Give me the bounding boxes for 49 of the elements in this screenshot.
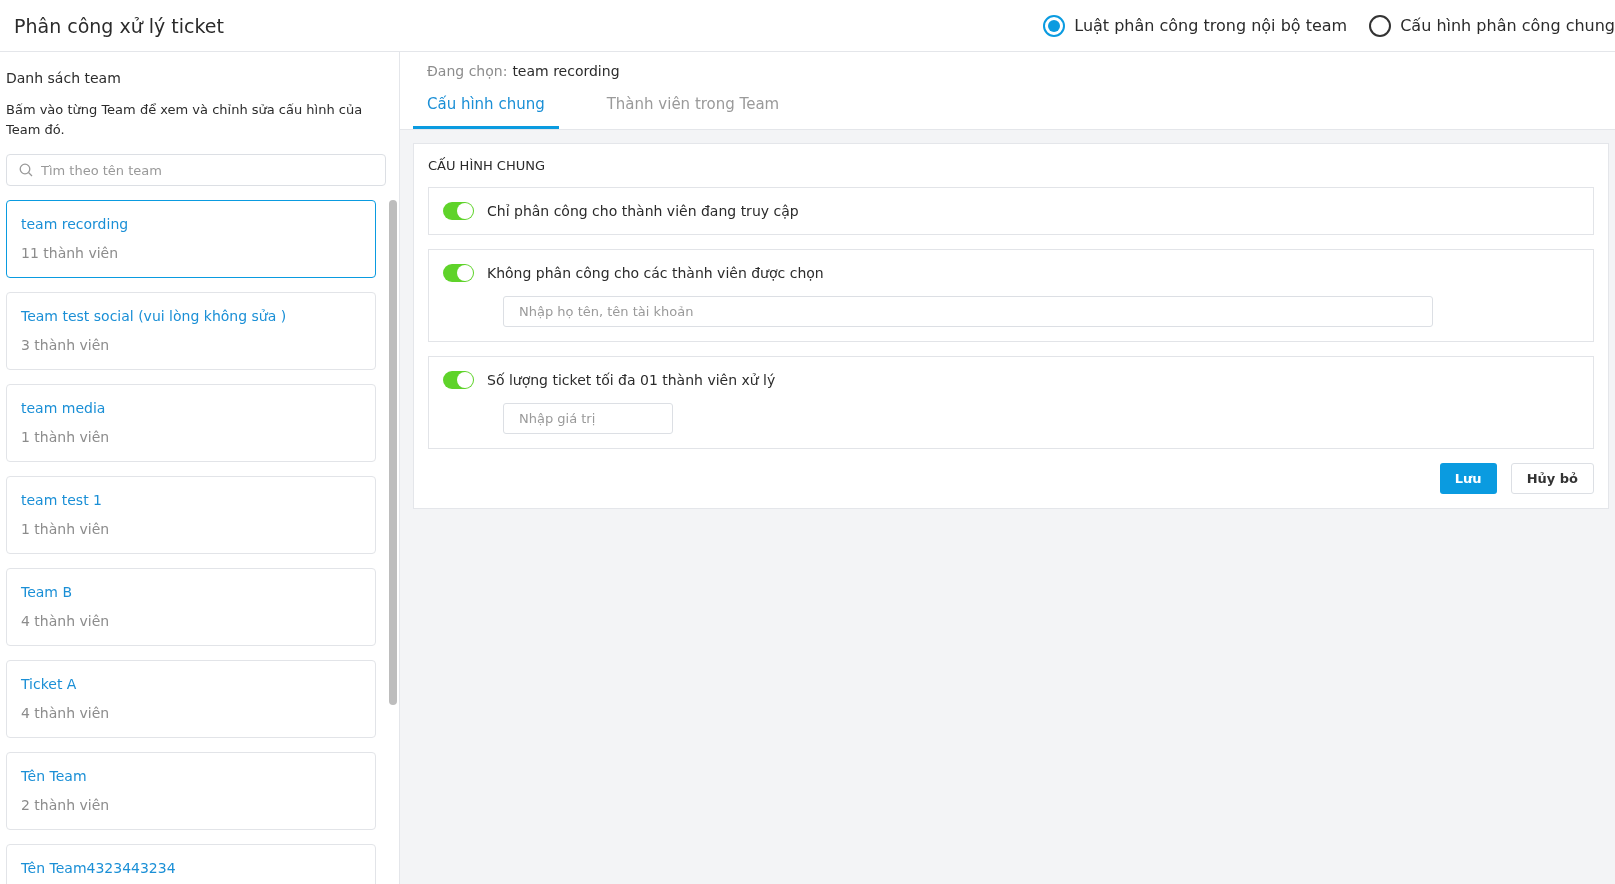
member-count: 1 thành viên	[21, 521, 111, 537]
toggle-switch[interactable]	[443, 264, 474, 282]
mode-label: Cấu hình phân công chung	[1400, 16, 1615, 35]
scrollbar-thumb[interactable]	[389, 200, 397, 705]
mode-label: Luật phân công trong nội bộ team	[1074, 16, 1348, 35]
sidebar-heading: Danh sách team	[6, 70, 122, 86]
page-title: Phân công xử lý ticket	[14, 14, 224, 37]
setting-label: Không phân công cho các thành viên được chọn	[487, 265, 824, 281]
input-field[interactable]: Nhập giá trị	[503, 403, 673, 434]
save-button[interactable]: Lưu	[1439, 463, 1497, 494]
member-count: 2 thành viên	[21, 797, 111, 813]
team-name: Team test social (vui lòng không sửa )	[21, 308, 288, 324]
input-field[interactable]: Nhập họ tên, tên tài khoản	[503, 296, 1433, 327]
toggle-switch[interactable]	[443, 202, 474, 220]
tab[interactable]: Thành viên trong Team	[592, 88, 794, 129]
tab[interactable]: Cấu hình chung	[413, 88, 559, 129]
member-count: 4 thành viên	[21, 705, 111, 721]
team-name: Team B	[21, 584, 74, 600]
search-field[interactable]: Tìm theo tên team	[6, 154, 386, 186]
team-name: Tên Team4323443234	[21, 860, 177, 876]
mode-radio-option[interactable]: Luật phân công trong nội bộ team	[1043, 14, 1348, 37]
cancel-button[interactable]: Hủy bỏ	[1510, 463, 1594, 494]
panel-heading: CẤU HÌNH CHUNG	[428, 158, 547, 173]
team-name: Tên Team	[21, 768, 88, 784]
team-card[interactable]: team test 1 1 thành viên	[6, 476, 376, 554]
team-name: team recording	[21, 216, 130, 232]
member-count: 4 thành viên	[21, 613, 111, 629]
setting-label: Chỉ phân công cho thành viên đang truy cập	[487, 203, 799, 219]
member-count: 11 thành viên	[21, 245, 120, 261]
sidebar-hint: Bấm vào từng Team để xem và chỉnh sửa cấu hình của Team đó.	[6, 101, 364, 139]
team-card[interactable]: team recording 11 thành viên	[6, 200, 376, 278]
team-name: team media	[21, 400, 107, 416]
setting-label: Số lượng ticket tối đa 01 thành viên xử lý	[487, 372, 776, 388]
team-card[interactable]: Team test social (vui lòng không sửa ) 3 thành viên	[6, 292, 376, 370]
team-card[interactable]: Tên Team 2 thành viên	[6, 752, 376, 830]
team-card[interactable]: Ticket A 4 thành viên	[6, 660, 376, 738]
mode-radio-option[interactable]: Cấu hình phân công chung	[1369, 14, 1615, 37]
selected-label: Đang chọn:	[427, 63, 508, 79]
radio-icon[interactable]	[1043, 14, 1066, 37]
team-card[interactable]: team media 1 thành viên	[6, 384, 376, 462]
team-card[interactable]: Team B 4 thành viên	[6, 568, 376, 646]
team-name: team test 1	[21, 492, 103, 508]
selected-team: team recording	[512, 63, 620, 79]
team-card[interactable]: Tên Team4323443234	[6, 844, 376, 884]
team-name: Ticket A	[21, 676, 78, 692]
member-count: 1 thành viên	[21, 429, 111, 445]
radio-icon[interactable]	[1369, 14, 1392, 37]
toggle-switch[interactable]	[443, 371, 474, 389]
member-count: 3 thành viên	[21, 337, 111, 353]
